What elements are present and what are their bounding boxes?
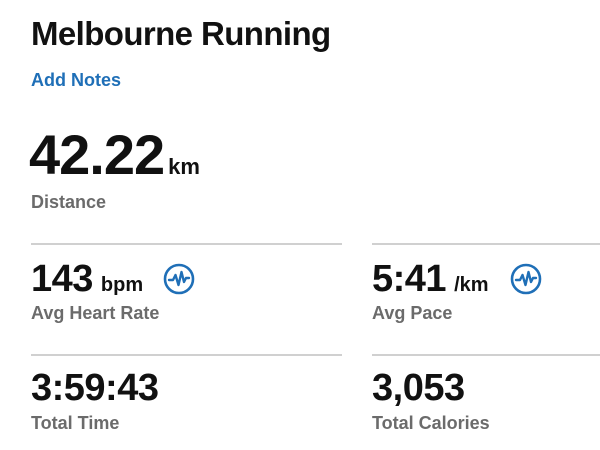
pace-chart-icon[interactable] xyxy=(510,263,542,295)
heart-rate-label: Avg Heart Rate xyxy=(31,303,160,323)
divider xyxy=(31,243,342,245)
pace-stat: 5:41 /km xyxy=(372,257,489,301)
divider xyxy=(372,243,600,245)
calories-value: 3,053 xyxy=(372,367,465,409)
distance-unit: km xyxy=(168,154,200,179)
pace-value: 5:41 xyxy=(372,258,447,300)
distance-stat: 42.22 km xyxy=(29,123,200,187)
divider xyxy=(31,354,342,356)
page-title: Melbourne Running xyxy=(31,15,331,52)
total-time-value: 3:59:43 xyxy=(31,367,159,409)
add-notes-link[interactable]: Add Notes xyxy=(31,70,121,91)
heart-rate-chart-icon[interactable] xyxy=(163,263,195,295)
total-time-stat: 3:59:43 xyxy=(31,366,159,410)
heart-rate-stat: 143 bpm xyxy=(31,257,143,301)
pace-unit: /km xyxy=(454,274,489,296)
distance-label: Distance xyxy=(31,192,107,212)
total-time-label: Total Time xyxy=(31,413,120,433)
heart-rate-unit: bpm xyxy=(100,274,144,296)
pace-label: Avg Pace xyxy=(372,303,453,323)
divider xyxy=(372,354,600,356)
calories-stat: 3,053 xyxy=(372,366,465,410)
calories-label: Total Calories xyxy=(372,413,490,433)
heart-rate-value: 143 xyxy=(31,258,93,300)
distance-value: 42.22 xyxy=(29,123,165,186)
